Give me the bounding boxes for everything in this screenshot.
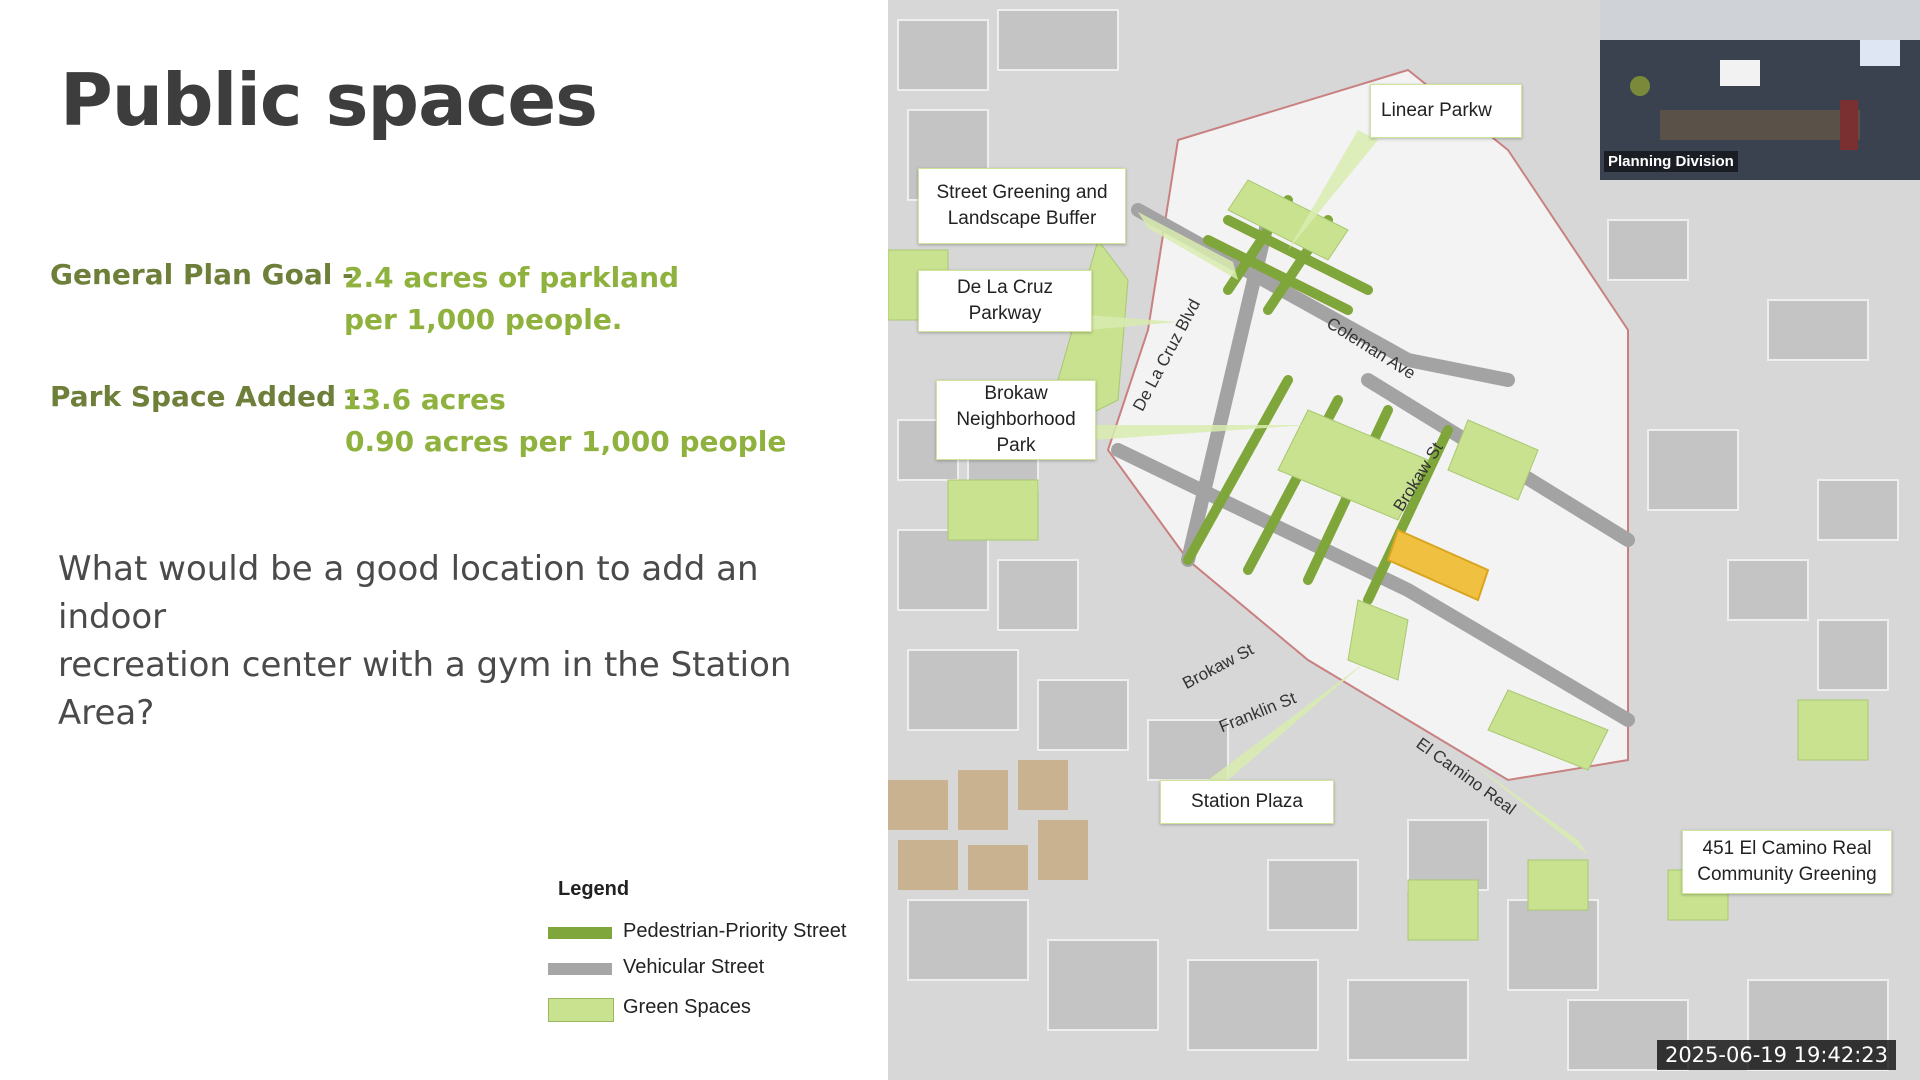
legend-swatch-pedestrian	[548, 927, 612, 939]
added-label: Park Space Added –	[50, 380, 360, 413]
callout-street-greening: Street Greening and Landscape Buffer	[918, 168, 1126, 244]
slide-title: Public spaces	[60, 58, 598, 142]
timestamp: 2025-06-19 19:42:23	[1656, 1040, 1896, 1070]
slide-panel: Public spaces General Plan Goal - 2.4 ac…	[0, 0, 888, 1080]
question-line1: What would be a good location to add an …	[58, 549, 759, 637]
legend-label-pedestrian: Pedestrian-Priority Street	[623, 920, 847, 942]
legend-item-pedestrian: Pedestrian-Priority Street	[548, 920, 868, 948]
goal-label: General Plan Goal -	[50, 258, 354, 291]
callout-linear-park: Linear Parkw	[1370, 84, 1522, 138]
legend-item-green: Green Spaces	[548, 996, 868, 1024]
goal-value-line2: per 1,000 people.	[344, 303, 623, 336]
added-value-line1: 13.6 acres	[342, 383, 506, 416]
legend-swatch-green	[548, 998, 614, 1022]
legend-title: Legend	[558, 878, 630, 900]
added-value-line2: 0.90 acres per 1,000 people	[345, 425, 787, 458]
legend-swatch-vehicular	[548, 963, 612, 975]
video-label: Planning Division	[1604, 151, 1738, 172]
goal-value-line1: 2.4 acres of parkland	[344, 261, 680, 294]
question-text: What would be a good location to add an …	[58, 545, 858, 737]
legend-label-vehicular: Vehicular Street	[623, 956, 765, 978]
callout-station-plaza: Station Plaza	[1160, 780, 1334, 824]
legend-item-vehicular: Vehicular Street	[548, 956, 868, 984]
question-line2: recreation center with a gym in the Stat…	[58, 645, 792, 733]
callout-de-la-cruz: De La Cruz Parkway	[918, 270, 1092, 332]
video-feed[interactable]: Planning Division	[1600, 0, 1920, 180]
callout-brokaw-park: Brokaw Neighborhood Park	[936, 380, 1096, 460]
callout-community-greening: 451 El Camino Real Community Greening	[1682, 830, 1892, 894]
legend: Legend Pedestrian-Priority Street Vehicu…	[548, 878, 868, 1038]
legend-label-green: Green Spaces	[623, 996, 751, 1018]
